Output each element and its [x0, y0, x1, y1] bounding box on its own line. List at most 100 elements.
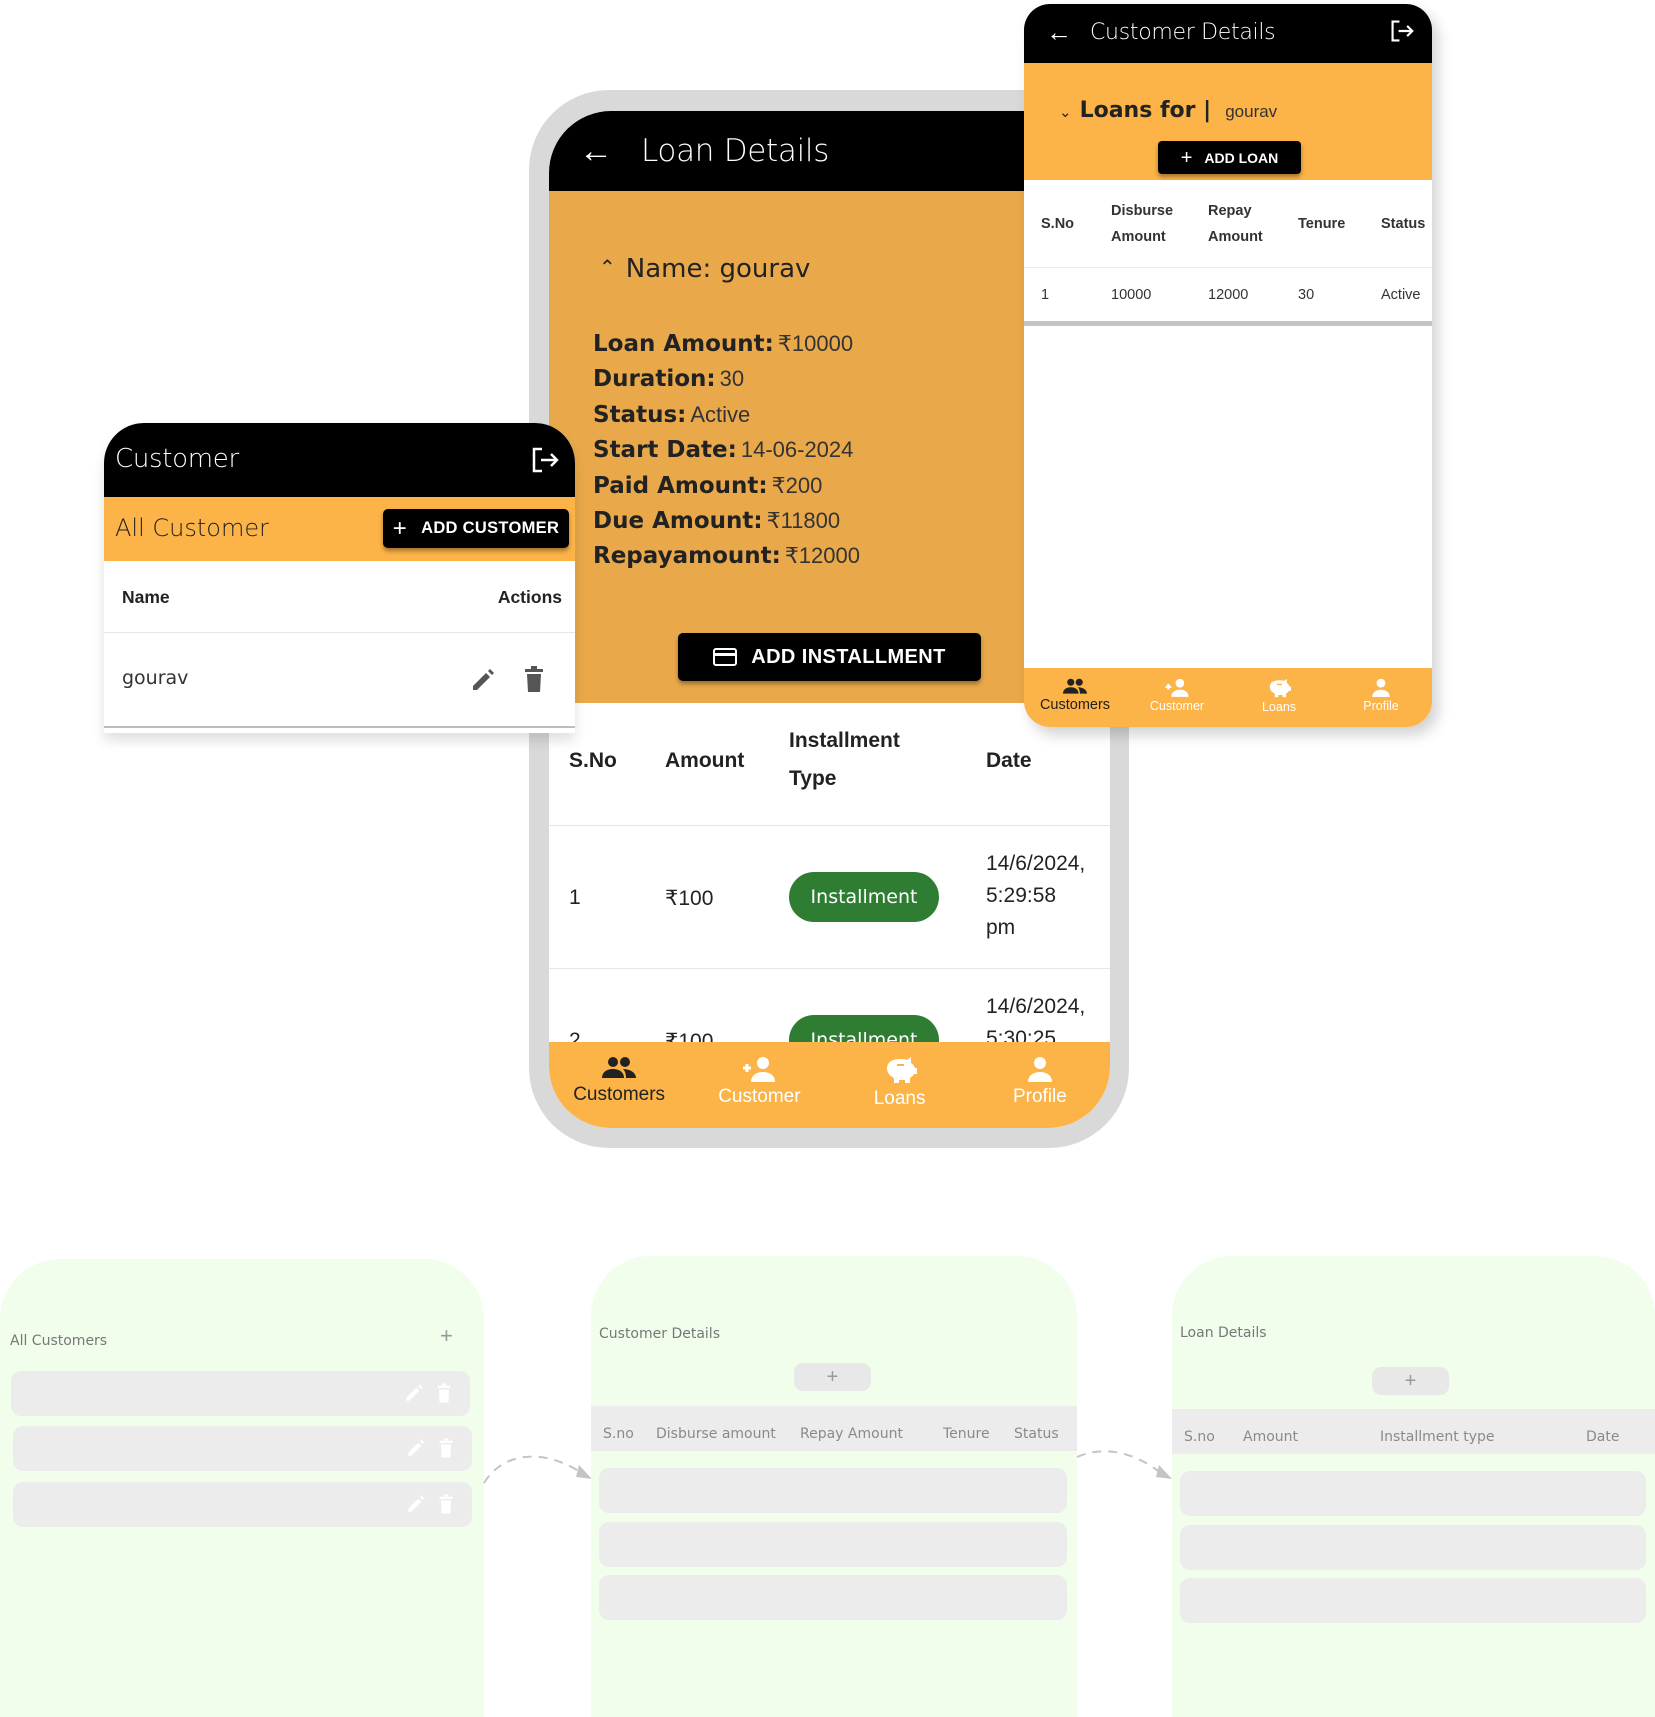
- row-actions: [406, 1438, 454, 1458]
- nav-label: Customers: [1039, 697, 1111, 713]
- wf-col: Disburse amount: [656, 1426, 776, 1442]
- cell-amount: ₹100: [665, 887, 714, 910]
- loans-for-accordion[interactable]: ⌄ Loans for | gourav: [1059, 98, 1277, 123]
- group-icon: [1062, 678, 1088, 694]
- nav-label: Profile: [1012, 1086, 1067, 1107]
- loan-field-start-date: Start Date: 14-06-2024: [593, 437, 860, 472]
- col-disburse-l1: Disburse: [1111, 203, 1174, 219]
- nav-label: Customer: [718, 1086, 801, 1107]
- add-loan-button[interactable]: + ADD LOAN: [1158, 141, 1301, 174]
- nav-customer[interactable]: Customer: [1127, 678, 1227, 727]
- nav-label: Customer: [1149, 699, 1205, 713]
- nav-customers[interactable]: Customers: [549, 1056, 689, 1128]
- date-line: 14/6/2024,: [986, 995, 1086, 1018]
- wireframe-row: [599, 1575, 1067, 1620]
- table-header: S.No Disburse Amount Repay Amount Tenure…: [1024, 180, 1432, 268]
- col-type-line1: Installment: [789, 729, 900, 752]
- wf-col: S.no: [1184, 1429, 1215, 1445]
- col-repay-l1: Repay: [1208, 203, 1252, 219]
- wf-col: Installment type: [1380, 1429, 1495, 1445]
- loan-field-due-amount: Due Amount: ₹11800: [593, 508, 860, 543]
- field-label: Due Amount:: [593, 507, 763, 534]
- plus-icon: +: [440, 1323, 453, 1348]
- field-label: Start Date:: [593, 437, 737, 464]
- nav-label: Loans: [1261, 700, 1297, 714]
- wireframe-row: [599, 1468, 1067, 1513]
- nav-customer[interactable]: Customer: [689, 1056, 829, 1128]
- delete-icon: [437, 1383, 451, 1403]
- edit-icon[interactable]: [470, 667, 496, 698]
- back-arrow-icon[interactable]: ←: [579, 134, 613, 168]
- wireframe-row: [1180, 1525, 1646, 1570]
- field-value: ₹200: [771, 472, 823, 498]
- wireframe-loan-details: Loan Details + S.no Amount Installment t…: [1172, 1256, 1655, 1717]
- field-value: 30: [719, 366, 745, 392]
- nav-loans[interactable]: Loans: [830, 1056, 970, 1128]
- loan-field-duration: Duration: 30: [593, 366, 860, 401]
- logout-icon[interactable]: [530, 446, 560, 479]
- table-row[interactable]: 1 ₹100 Installment 14/6/2024, 5:29:58 pm: [549, 826, 1110, 969]
- row-actions: [404, 1383, 452, 1403]
- edit-icon: [408, 1439, 425, 1456]
- table-row[interactable]: gourav: [104, 633, 575, 728]
- col-type-line2: Type: [789, 767, 837, 790]
- add-installment-button[interactable]: ADD INSTALLMENT: [678, 633, 981, 681]
- delete-icon[interactable]: [523, 666, 545, 697]
- wireframe-row: [1180, 1578, 1646, 1623]
- date-line: pm: [986, 916, 1016, 939]
- nav-profile[interactable]: Profile: [1331, 678, 1431, 727]
- wf-col: Amount: [1243, 1429, 1299, 1445]
- wireframe-row: [1180, 1471, 1646, 1516]
- customer-topbar: Customer: [104, 423, 575, 497]
- wireframe-customer-details: Customer Details + S.no Disburse amount …: [591, 1256, 1077, 1717]
- add-customer-button[interactable]: + ADD CUSTOMER: [383, 509, 569, 548]
- nav-label: Customers: [573, 1084, 666, 1105]
- field-value: Active: [690, 401, 751, 427]
- nav-profile[interactable]: Profile: [970, 1056, 1110, 1128]
- table-row[interactable]: 1 10000 12000 30 Active: [1024, 268, 1432, 326]
- flow-arrow-icon: [1076, 1450, 1172, 1479]
- col-date: Date: [986, 749, 1032, 772]
- add-installment-label: ADD INSTALLMENT: [751, 645, 946, 668]
- section-title: All Customer: [115, 514, 269, 542]
- col-sno: S.No: [569, 749, 617, 772]
- plus-icon: +: [1180, 146, 1193, 169]
- edit-icon: [406, 1384, 423, 1401]
- bottom-nav: Customers Customer Loans Profile: [549, 1042, 1110, 1128]
- wireframe-table-header: S.no Disburse amount Repay Amount Tenure…: [591, 1406, 1077, 1451]
- cell-disburse: 10000: [1111, 287, 1152, 303]
- cell-date: 14/6/2024, 5:29:58 pm: [986, 848, 1106, 944]
- field-label: Loan Amount:: [593, 331, 774, 357]
- wf-col: Tenure: [943, 1426, 990, 1442]
- logout-icon[interactable]: [1389, 19, 1415, 48]
- customer-details-screen: ← Customer Details ⌄ Loans for | gourav …: [1024, 4, 1432, 727]
- person-icon: [1372, 678, 1390, 697]
- col-tenure: Tenure: [1298, 216, 1346, 232]
- field-label: Status:: [593, 401, 687, 428]
- wireframe-add-button: +: [1372, 1367, 1449, 1395]
- field-value: 14-06-2024: [740, 437, 854, 463]
- loan-name-accordion[interactable]: ⌃ Name: gourav: [599, 254, 810, 284]
- wf-col: Status: [1014, 1426, 1059, 1442]
- loans-for-label: Loans for |: [1079, 98, 1212, 123]
- back-arrow-icon[interactable]: ←: [1046, 17, 1072, 48]
- field-label: Paid Amount:: [593, 472, 768, 499]
- loan-fields: Loan Amount: ₹10000 Duration: 30 Status: Ac…: [593, 331, 860, 579]
- wireframe-title: Loan Details: [1180, 1325, 1267, 1341]
- person-add-icon: [1165, 678, 1189, 697]
- nav-customers[interactable]: Customers: [1025, 678, 1125, 727]
- chevron-up-icon: ⌃: [599, 255, 616, 279]
- piggy-bank-icon: [886, 1057, 917, 1083]
- page-title: Customer Details: [1090, 20, 1276, 45]
- wireframe-all-customers: All Customers +: [0, 1259, 484, 1717]
- col-name: Name: [122, 587, 170, 607]
- nav-loans[interactable]: Loans: [1229, 678, 1329, 727]
- edit-icon: [408, 1495, 425, 1512]
- cell-sno: 1: [1041, 287, 1050, 303]
- wireframe-row: [13, 1426, 472, 1471]
- page-title: Customer: [115, 444, 239, 474]
- page-title: Loan Details: [641, 133, 830, 169]
- customer-subheader: All Customer + ADD CUSTOMER: [104, 497, 575, 561]
- wireframe-row: [599, 1522, 1067, 1567]
- loan-field-paid-amount: Paid Amount: ₹200: [593, 473, 860, 508]
